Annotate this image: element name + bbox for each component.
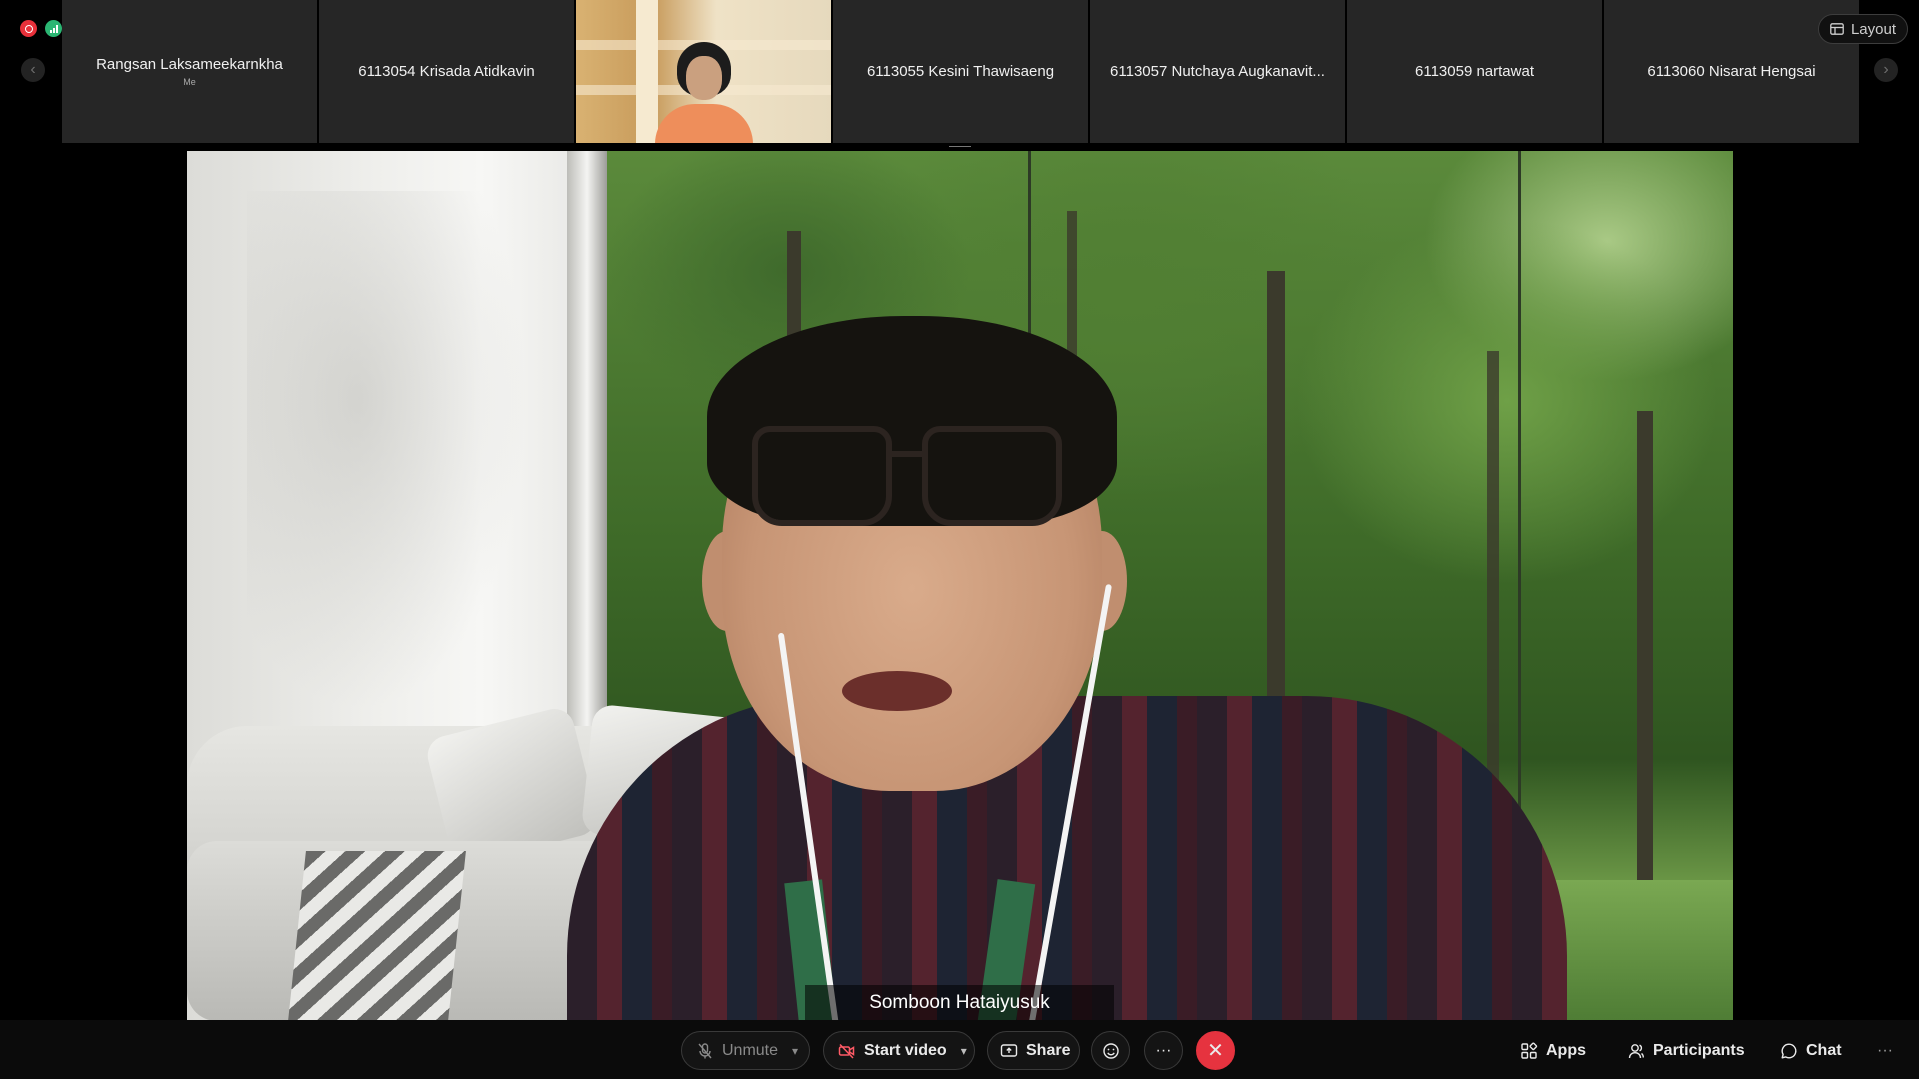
participant-tile-self[interactable]: Rangsan Laksameekarnkha Me bbox=[62, 0, 317, 143]
more-icon: ··· bbox=[1155, 1041, 1172, 1059]
signal-bars bbox=[49, 24, 58, 33]
apps-button[interactable]: Apps bbox=[1520, 1031, 1586, 1070]
share-screen-icon bbox=[1000, 1042, 1018, 1060]
recording-indicator-icon[interactable] bbox=[20, 20, 37, 37]
participant-name: 6113055 Kesini Thawisaeng bbox=[866, 63, 1055, 80]
chat-button[interactable]: Chat bbox=[1780, 1031, 1842, 1070]
participant-name: 6113057 Nutchaya Augkanavit... bbox=[1110, 63, 1325, 80]
apps-grid-icon bbox=[1520, 1041, 1538, 1060]
participants-icon bbox=[1627, 1042, 1645, 1060]
background-window-frame bbox=[636, 0, 658, 143]
speaker-figure bbox=[187, 151, 1733, 1020]
share-label: Share bbox=[1026, 1041, 1071, 1059]
chat-bubble-icon bbox=[1780, 1042, 1798, 1060]
more-options-button[interactable]: ··· bbox=[1144, 1031, 1183, 1070]
microphone-muted-icon bbox=[696, 1042, 714, 1060]
layout-button-label: Layout bbox=[1850, 20, 1897, 38]
filmstrip-next-button[interactable]: › bbox=[1874, 58, 1898, 82]
participant-tile[interactable]: 6113055 Kesini Thawisaeng bbox=[833, 0, 1088, 143]
meeting-toolbar: Unmute ▾ Start video ▾ Share ··· ✕ Apps … bbox=[0, 1020, 1919, 1079]
unmute-button[interactable]: Unmute ▾ bbox=[681, 1031, 810, 1070]
participant-name: 6113060 Nisarat Hengsai bbox=[1647, 63, 1816, 80]
filmstrip-prev-button[interactable]: ‹ bbox=[21, 58, 45, 82]
chevron-down-icon[interactable]: ▾ bbox=[961, 1044, 967, 1058]
participant-tile[interactable]: 6113057 Nutchaya Augkanavit... bbox=[1090, 0, 1345, 143]
unmute-label: Unmute bbox=[722, 1041, 779, 1059]
active-speaker-video bbox=[187, 151, 1733, 1020]
chat-label: Chat bbox=[1806, 1041, 1842, 1059]
participant-name: Rangsan Laksameekarnkha bbox=[96, 56, 283, 73]
toolbar-overflow-button[interactable]: ··· bbox=[1877, 1031, 1893, 1070]
share-button[interactable]: Share bbox=[987, 1031, 1080, 1070]
close-icon: ✕ bbox=[1207, 1040, 1224, 1062]
start-video-button[interactable]: Start video ▾ bbox=[823, 1031, 975, 1070]
participant-tile[interactable]: 6113054 Krisada Atidkavin bbox=[319, 0, 574, 143]
more-icon: ··· bbox=[1877, 1041, 1893, 1059]
participant-filmstrip: Rangsan Laksameekarnkha Me 6113054 Krisa… bbox=[62, 0, 1859, 143]
participant-name: 6113054 Krisada Atidkavin bbox=[358, 63, 535, 80]
layout-icon bbox=[1830, 23, 1844, 35]
apps-label: Apps bbox=[1546, 1041, 1586, 1059]
participant-tile-video[interactable] bbox=[576, 0, 831, 143]
reactions-button[interactable] bbox=[1091, 1031, 1130, 1070]
network-signal-icon[interactable] bbox=[45, 20, 62, 37]
participants-button[interactable]: Participants bbox=[1627, 1031, 1745, 1070]
start-video-label: Start video bbox=[864, 1041, 947, 1059]
meeting-window: ‹ › Rangsan Laksameekarnkha Me 6113054 K… bbox=[0, 0, 1919, 1079]
participants-label: Participants bbox=[1653, 1041, 1745, 1059]
participant-name: 6113059 nartawat bbox=[1415, 63, 1534, 80]
layout-button[interactable]: Layout bbox=[1818, 14, 1908, 44]
participant-video-feed bbox=[655, 42, 753, 143]
participant-self-badge: Me bbox=[183, 77, 196, 87]
participant-tile[interactable]: 6113059 nartawat bbox=[1347, 0, 1602, 143]
active-speaker-name-label: Somboon Hataiyusuk bbox=[805, 985, 1114, 1021]
video-off-icon bbox=[838, 1042, 856, 1060]
smiley-icon bbox=[1102, 1042, 1120, 1060]
chevron-down-icon[interactable]: ▾ bbox=[792, 1044, 798, 1058]
leave-meeting-button[interactable]: ✕ bbox=[1196, 1031, 1235, 1070]
